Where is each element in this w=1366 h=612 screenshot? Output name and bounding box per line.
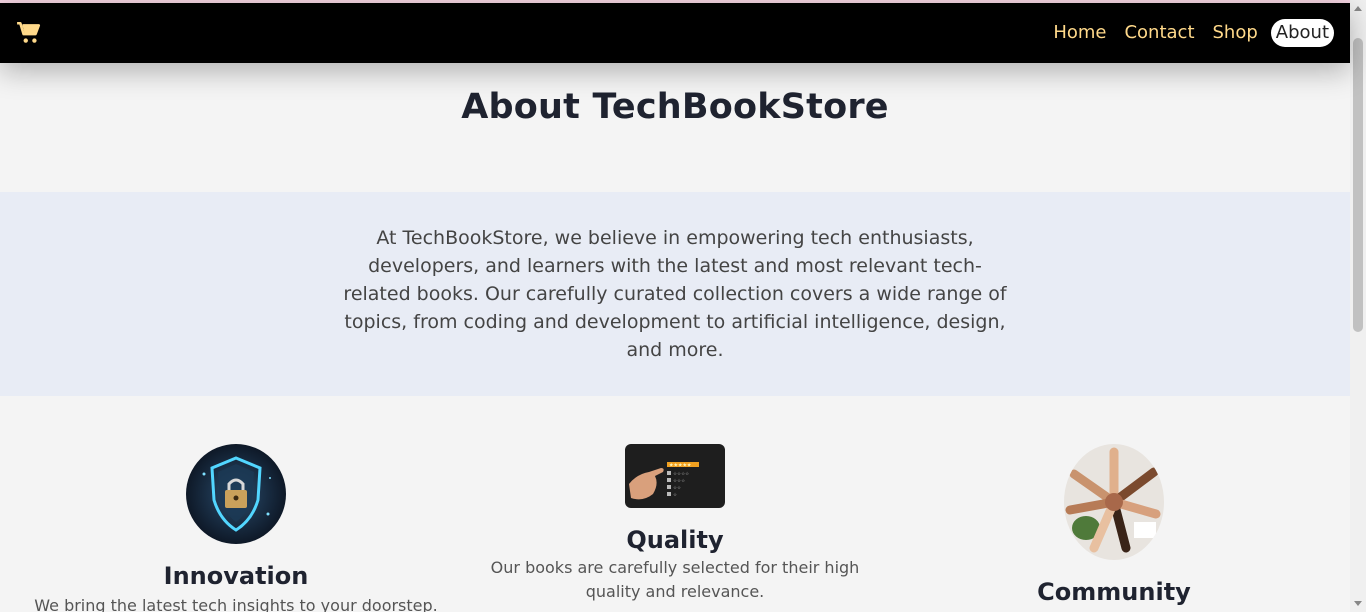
scroll-thumb[interactable] [1353,38,1363,332]
vertical-scrollbar[interactable] [1350,0,1366,612]
scroll-down-icon[interactable] [1354,601,1362,606]
svg-text:★★★★★: ★★★★★ [669,463,692,469]
svg-text:☆☆☆☆: ☆☆☆☆ [673,471,689,477]
feature-description: Our books are carefully selected for the… [490,558,860,601]
intro-text: At TechBookStore, we believe in empoweri… [343,227,1007,361]
svg-text:☆: ☆ [673,492,677,498]
feature-innovation: Innovation We bring the latest tech insi… [0,444,472,612]
security-shield-lock-image [186,444,286,544]
svg-text:☆☆☆: ☆☆☆ [673,478,685,484]
about-page: About TechBookStore At TechBookStore, we… [0,63,1350,612]
intro-section: At TechBookStore, we believe in empoweri… [0,192,1350,396]
nav-link-about[interactable]: About [1270,19,1334,47]
feature-community: Community [878,444,1350,606]
feature-title: Innovation [163,562,309,590]
page-title: About TechBookStore [461,87,889,127]
nav-link-home[interactable]: Home [1048,19,1111,47]
nav-link-shop[interactable]: Shop [1208,19,1263,47]
feature-quality: ★★★★★ ☆☆☆☆ ☆☆☆ ☆☆ ☆ Quality Our books ar… [472,444,878,604]
star-rating-image: ★★★★★ ☆☆☆☆ ☆☆☆ ☆☆ ☆ [625,444,725,508]
scroll-up-icon[interactable] [1354,6,1362,11]
feature-title: Quality [626,526,724,554]
navbar: Home Contact Shop About [0,3,1350,63]
feature-title: Community [1037,578,1191,606]
team-hands-image [1064,444,1164,560]
nav-links: Home Contact Shop About [1048,19,1334,47]
svg-text:☆☆: ☆☆ [673,485,681,491]
shopping-cart-icon[interactable] [16,20,42,46]
nav-link-contact[interactable]: Contact [1119,19,1199,47]
feature-description: We bring the latest tech insights to you… [34,596,438,612]
